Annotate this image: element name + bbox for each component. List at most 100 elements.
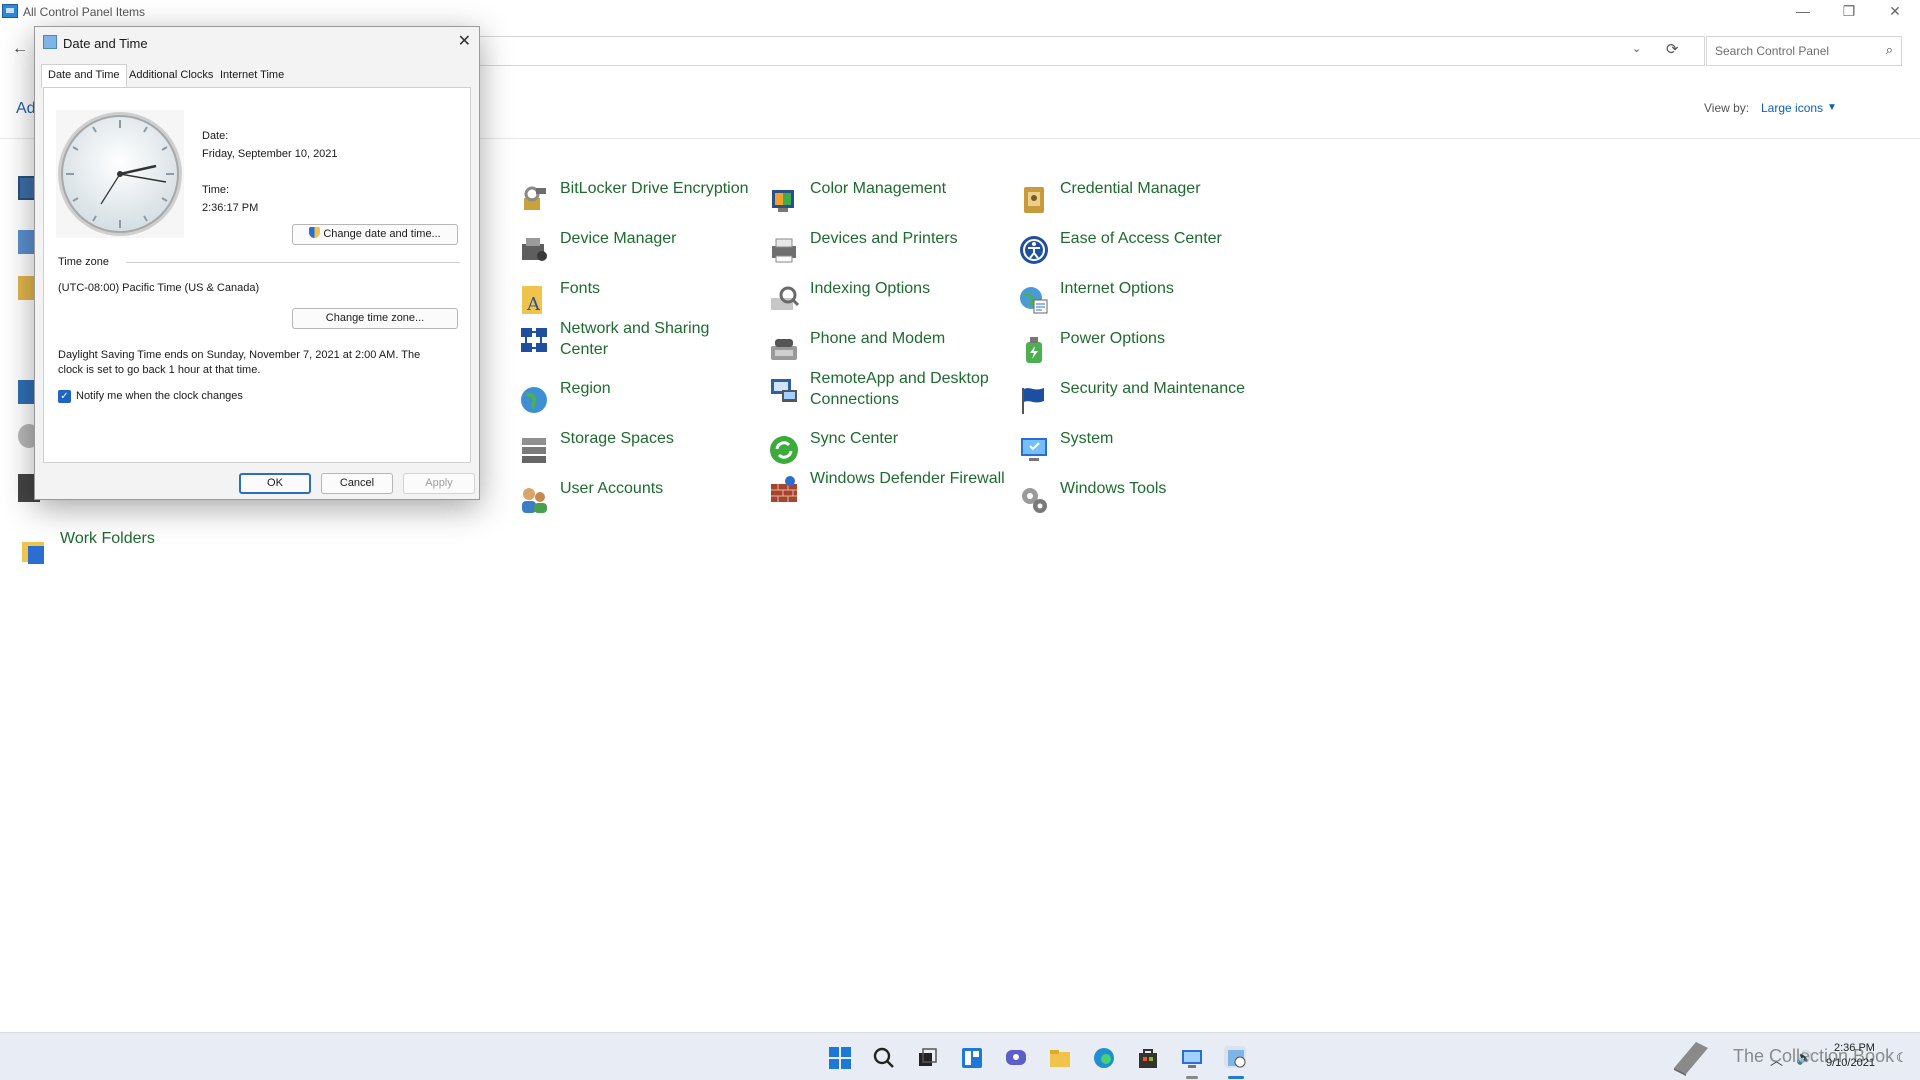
chat-icon[interactable] — [1004, 1046, 1026, 1068]
storage-spaces-icon — [522, 438, 546, 463]
fonts-icon: A — [522, 286, 542, 315]
tray-overflow-chevron-icon[interactable]: ︿ — [1770, 1050, 1783, 1069]
item-devices-printers[interactable]: Devices and Printers — [768, 228, 1008, 276]
title-bar: All Control Panel Items — ❐ ✕ — [0, 0, 1920, 24]
item-region[interactable]: Region — [518, 378, 758, 426]
item-label: Windows Defender Firewall — [810, 470, 1005, 487]
search-icon[interactable]: ⌕ — [1886, 42, 1893, 58]
refresh-icon[interactable]: ⟳ — [1666, 40, 1679, 58]
dialog-title: Date and Time — [63, 36, 148, 51]
indexing-icon — [771, 286, 800, 310]
change-time-zone-button[interactable]: Change time zone... — [292, 308, 458, 329]
taskbar-clock-date[interactable]: 9/10/2021 — [1826, 1057, 1875, 1069]
item-security-maintenance[interactable]: Security and Maintenance — [1018, 378, 1258, 426]
item-indexing[interactable]: Indexing Options — [768, 278, 1008, 326]
control-panel-taskbar-icon[interactable] — [1180, 1046, 1202, 1079]
item-label: Security and Maintenance — [1060, 380, 1245, 397]
active-indicator — [1228, 1076, 1244, 1079]
view-by-chevron-icon[interactable]: ▼ — [1827, 102, 1837, 113]
item-ease-of-access[interactable]: Ease of Access Center — [1018, 228, 1258, 276]
view-by-dropdown[interactable]: Large icons — [1761, 101, 1823, 115]
active-indicator — [1186, 1076, 1198, 1079]
ok-button[interactable]: OK — [239, 473, 311, 494]
analog-clock-icon — [56, 110, 184, 238]
view-by-label: View by: — [1704, 101, 1750, 115]
user-accounts-icon — [522, 488, 547, 513]
back-arrow-icon[interactable]: ← — [12, 40, 28, 58]
phone-modem-icon — [771, 339, 797, 360]
tab-panel: Date: Friday, September 10, 2021 Time: 2… — [43, 87, 471, 463]
search-placeholder: Search Control Panel — [1715, 44, 1830, 58]
notify-checkbox[interactable]: ✓ — [58, 390, 71, 403]
item-user-accounts[interactable]: User Accounts — [518, 478, 758, 526]
item-color-management[interactable]: Color Management — [768, 178, 1008, 226]
minimize-button[interactable]: — — [1780, 0, 1826, 24]
item-firewall[interactable]: Windows Defender Firewall — [768, 468, 1008, 516]
credential-manager-icon — [1024, 187, 1044, 213]
item-label: Internet Options — [1060, 280, 1174, 297]
item-remoteapp[interactable]: RemoteApp and Desktop Connections — [768, 368, 1008, 416]
task-view-icon[interactable] — [916, 1046, 938, 1068]
timezone-value: (UTC-08:00) Pacific Time (US & Canada) — [58, 282, 260, 294]
color-management-icon — [772, 190, 794, 212]
date-label: Date: — [202, 130, 229, 142]
chevron-down-icon[interactable]: ⌄ — [1632, 42, 1641, 55]
remoteapp-icon — [771, 379, 797, 402]
apply-button[interactable]: Apply — [403, 473, 475, 494]
tab-internet-time[interactable]: Internet Time — [214, 65, 290, 87]
network-icon — [521, 328, 547, 352]
item-label: Windows Tools — [1060, 480, 1167, 497]
notification-icon[interactable]: ☾ — [1896, 1050, 1908, 1066]
item-label: Power Options — [1060, 330, 1165, 347]
item-bitlocker[interactable]: BitLocker Drive Encryption — [518, 178, 758, 226]
control-panel-app-icon — [2, 4, 18, 18]
close-icon[interactable]: ✕ — [458, 31, 471, 51]
region-icon — [521, 387, 547, 413]
book-logo-icon — [1674, 1042, 1708, 1076]
widgets-icon[interactable] — [960, 1046, 982, 1068]
item-internet-options[interactable]: Internet Options — [1018, 278, 1258, 326]
tab-date-and-time[interactable]: Date and Time — [41, 64, 127, 88]
system-icon — [1021, 438, 1047, 461]
start-windows-icon[interactable] — [828, 1046, 851, 1069]
bitlocker-icon — [524, 186, 546, 210]
timezone-header: Time zone — [58, 256, 109, 268]
address-field[interactable] — [480, 36, 1705, 66]
restore-button[interactable]: ❐ — [1826, 0, 1872, 24]
search-icon[interactable] — [872, 1046, 894, 1068]
change-date-time-button[interactable]: Change date and time... — [292, 224, 458, 245]
window-title: All Control Panel Items — [23, 5, 146, 19]
file-explorer-icon[interactable] — [1048, 1046, 1070, 1068]
store-icon[interactable] — [1136, 1046, 1158, 1068]
search-input[interactable]: Search Control Panel ⌕ — [1706, 36, 1902, 66]
item-label: Devices and Printers — [810, 230, 958, 247]
date-time-taskbar-icon[interactable] — [1224, 1046, 1246, 1079]
cancel-button[interactable]: Cancel — [321, 473, 393, 494]
item-network[interactable]: Network and Sharing Center — [518, 318, 758, 366]
item-label: System — [1060, 430, 1114, 447]
ease-of-access-icon — [1020, 236, 1048, 264]
item-label: Region — [560, 380, 611, 397]
work-folders-icon — [22, 542, 44, 564]
volume-icon[interactable]: 🔊 — [1796, 1050, 1812, 1066]
date-time-app-icon — [43, 35, 57, 49]
tab-additional-clocks[interactable]: Additional Clocks — [123, 65, 219, 87]
item-label: Network and Sharing Center — [560, 320, 710, 358]
item-label: User Accounts — [560, 480, 664, 497]
close-window-button[interactable]: ✕ — [1872, 0, 1918, 24]
item-storage-spaces[interactable]: Storage Spaces — [518, 428, 758, 476]
item-label: Storage Spaces — [560, 430, 674, 447]
item-work-folders[interactable]: Work Folders — [18, 528, 258, 576]
item-windows-tools[interactable]: Windows Tools — [1018, 478, 1258, 526]
time-label: Time: — [202, 184, 230, 196]
item-credential-manager[interactable]: Credential Manager — [1018, 178, 1258, 226]
item-label: Fonts — [560, 280, 601, 297]
item-label: Device Manager — [560, 230, 677, 247]
edge-browser-icon[interactable] — [1092, 1046, 1114, 1068]
item-system[interactable]: System — [1018, 428, 1258, 476]
item-device-manager[interactable]: Device Manager — [518, 228, 758, 276]
item-label: Phone and Modem — [810, 330, 946, 347]
sync-center-icon — [770, 436, 798, 464]
item-power-options[interactable]: Power Options — [1018, 328, 1258, 376]
taskbar-clock-time[interactable]: 2:36 PM — [1834, 1042, 1875, 1054]
